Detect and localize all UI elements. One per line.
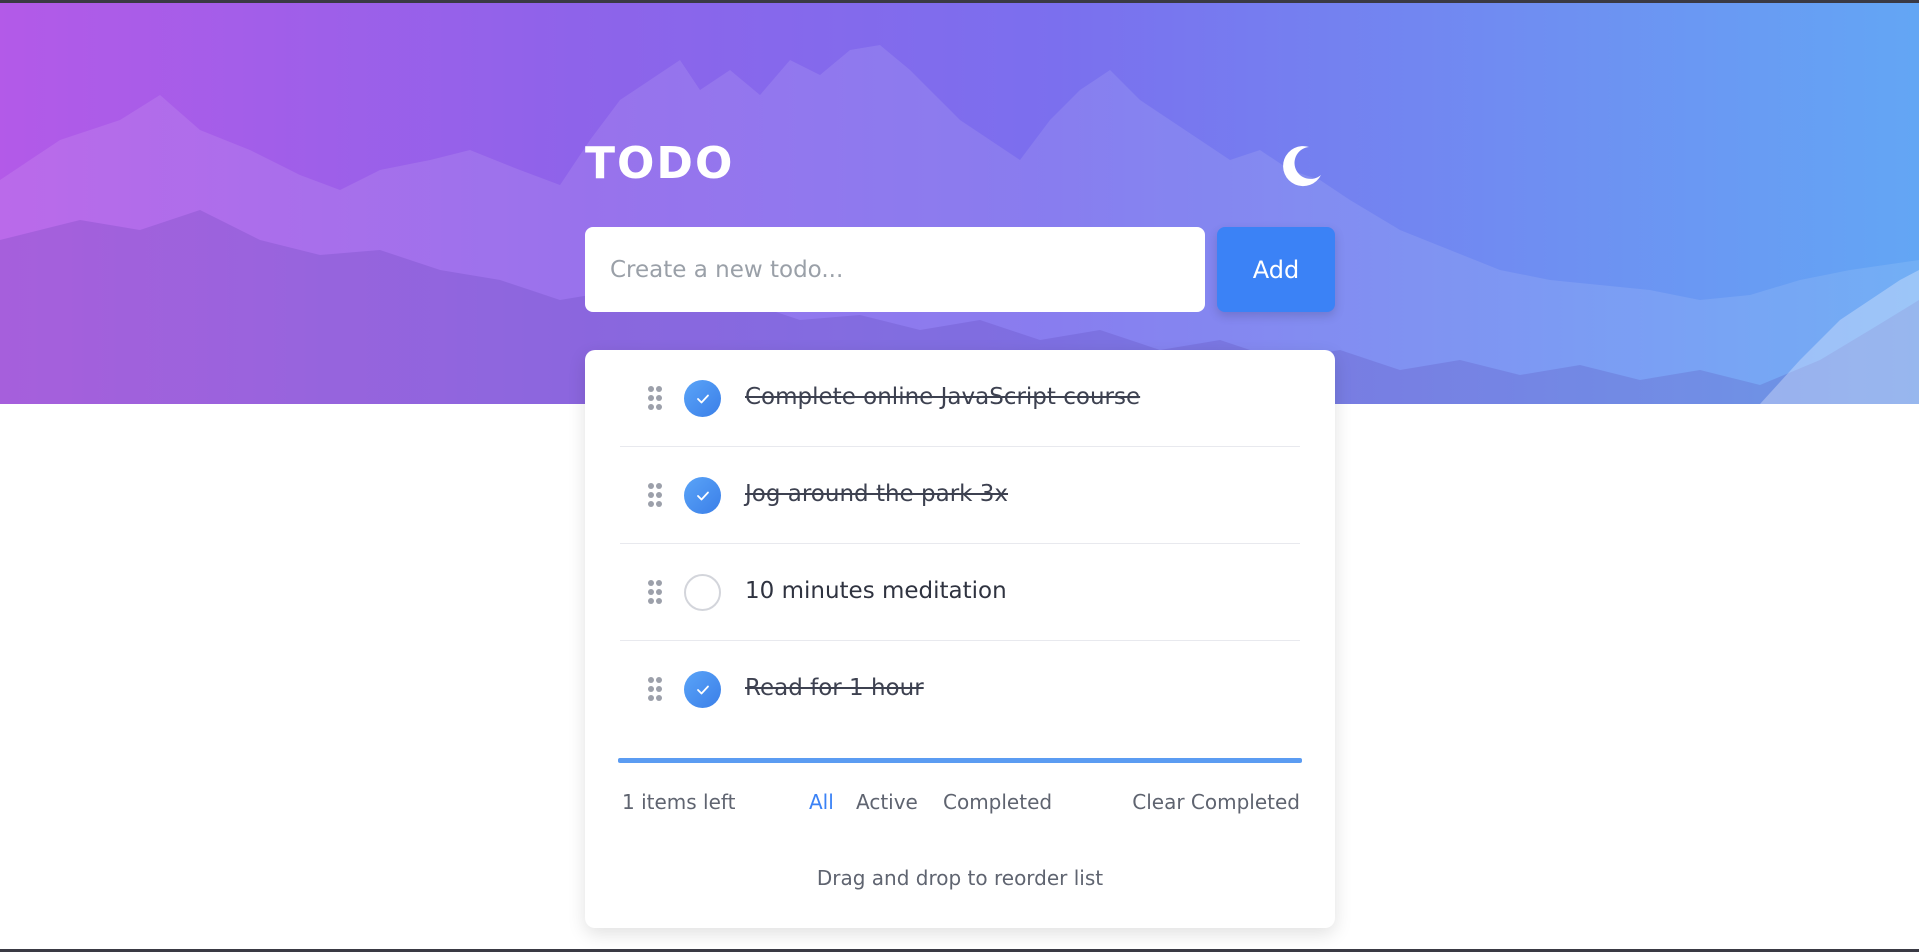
todo-item[interactable]: Read for 1 hour [620, 641, 1300, 738]
filter-all[interactable]: All [809, 790, 834, 814]
todo-checkbox[interactable] [684, 671, 721, 708]
check-icon [696, 394, 709, 403]
drag-handle-icon[interactable] [647, 676, 663, 702]
drag-handle-icon[interactable] [647, 385, 663, 411]
todo-item[interactable]: Complete online JavaScript course [620, 350, 1300, 447]
drag-handle-icon[interactable] [647, 579, 663, 605]
todo-checkbox[interactable] [684, 574, 721, 611]
todo-list: Complete online JavaScript course Jog aro… [620, 350, 1300, 738]
window-top-border [0, 0, 1919, 3]
todo-footer: 1 items left All Active Completed Clear … [620, 790, 1300, 820]
todo-text: Jog around the park 3x [745, 481, 1009, 507]
header-background [0, 0, 1919, 404]
todo-item[interactable]: Jog around the park 3x [620, 447, 1300, 544]
items-left-count: 1 items left [622, 790, 736, 814]
todo-list-card: Complete online JavaScript course Jog aro… [585, 350, 1335, 928]
clear-completed-button[interactable]: Clear Completed [1132, 790, 1300, 814]
todo-text: 10 minutes meditation [745, 578, 1007, 604]
todo-checkbox[interactable] [684, 477, 721, 514]
new-todo-input[interactable] [585, 227, 1205, 312]
check-icon [696, 685, 709, 694]
theme-toggle-button[interactable] [1279, 143, 1325, 189]
drag-handle-icon[interactable] [647, 482, 663, 508]
todo-text: Complete online JavaScript course [745, 384, 1141, 410]
filter-completed[interactable]: Completed [943, 790, 1052, 814]
check-icon [696, 491, 709, 500]
moon-icon [1283, 146, 1321, 187]
filter-active[interactable]: Active [856, 790, 918, 814]
todo-checkbox[interactable] [684, 380, 721, 417]
todo-text: Read for 1 hour [745, 675, 924, 701]
drop-indicator [618, 758, 1302, 763]
mountain-background-image [0, 45, 1919, 404]
add-todo-button[interactable]: Add [1217, 227, 1335, 312]
todo-item[interactable]: 10 minutes meditation [620, 544, 1300, 641]
drag-hint: Drag and drop to reorder list [816, 866, 1104, 890]
page-title: TODO [585, 138, 735, 189]
